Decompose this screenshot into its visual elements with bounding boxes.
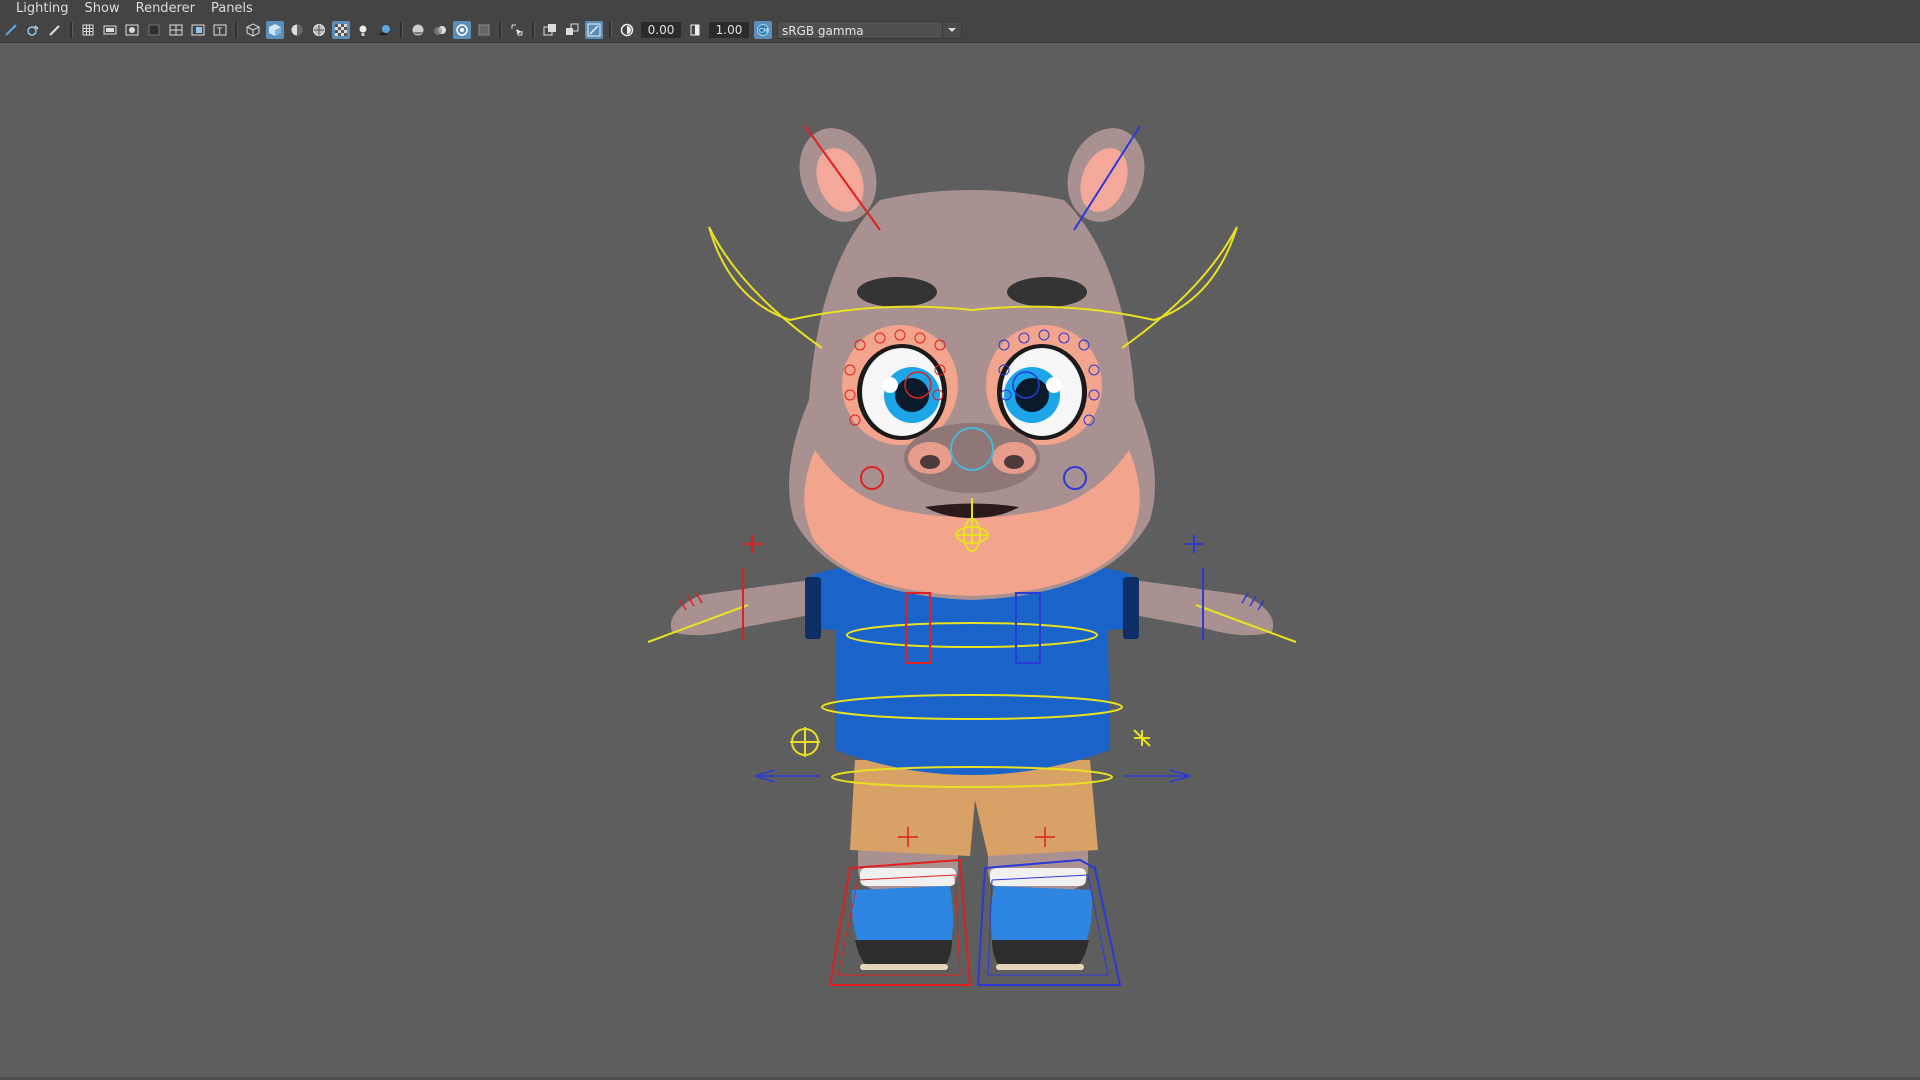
color-space-dropdown[interactable]: sRGB gamma: [777, 21, 962, 39]
shadows-icon[interactable]: [376, 21, 394, 39]
select-camera-icon[interactable]: [2, 21, 20, 39]
toolbar-divider: [70, 22, 73, 38]
toolbar-divider: [499, 22, 502, 38]
safe-action-icon[interactable]: [189, 21, 207, 39]
toolbar-divider: [235, 22, 238, 38]
depth-of-field-icon[interactable]: [475, 21, 493, 39]
grid-icon[interactable]: [79, 21, 97, 39]
menu-renderer[interactable]: Renderer: [130, 0, 205, 18]
panel-menubar: Lighting Show Renderer Panels: [0, 0, 1920, 18]
smooth-shade-icon[interactable]: [266, 21, 284, 39]
film-gate-icon[interactable]: [101, 21, 119, 39]
panel-toolbar: T 0.00 1.00 CM sRGB gamma: [0, 18, 1920, 43]
wireframe-on-shaded-icon[interactable]: [310, 21, 328, 39]
chevron-down-icon[interactable]: [942, 22, 961, 38]
anti-aliasing-icon[interactable]: [453, 21, 471, 39]
gamma-icon[interactable]: [686, 21, 704, 39]
exposure-icon[interactable]: [618, 21, 636, 39]
toolbar-divider: [532, 22, 535, 38]
resolution-gate-icon[interactable]: [123, 21, 141, 39]
use-default-material-icon[interactable]: [288, 21, 306, 39]
color-space-label: sRGB gamma: [782, 24, 864, 38]
view-transform-icon[interactable]: CM: [754, 21, 772, 39]
safe-title-icon[interactable]: T: [211, 21, 229, 39]
menu-lighting[interactable]: Lighting: [0, 0, 79, 18]
bookmark-icon[interactable]: [46, 21, 64, 39]
textured-icon[interactable]: [332, 21, 350, 39]
wireframe-icon[interactable]: [244, 21, 262, 39]
menu-panels[interactable]: Panels: [205, 0, 263, 18]
motion-blur-icon[interactable]: [431, 21, 449, 39]
exposure-field[interactable]: 0.00: [641, 22, 681, 38]
menu-show[interactable]: Show: [79, 0, 130, 18]
field-chart-icon[interactable]: [167, 21, 185, 39]
svg-text:CM: CM: [759, 28, 768, 35]
toolbar-divider: [400, 22, 403, 38]
xray-icon[interactable]: [541, 21, 559, 39]
character-rig-render[interactable]: [0, 43, 1920, 1080]
gamma-field[interactable]: 1.00: [709, 22, 749, 38]
svg-text:T: T: [216, 27, 223, 37]
camera-attributes-icon[interactable]: [24, 21, 42, 39]
maya-viewport-panel: Lighting Show Renderer Panels T 0.00 1.0…: [0, 0, 1920, 1080]
xray-joints-icon[interactable]: [563, 21, 581, 39]
isolate-select-icon[interactable]: [508, 21, 526, 39]
toolbar-divider: [609, 22, 612, 38]
3d-viewport[interactable]: persp: [0, 43, 1920, 1080]
screen-space-ao-icon[interactable]: [409, 21, 427, 39]
gate-mask-icon[interactable]: [145, 21, 163, 39]
xray-components-icon[interactable]: [585, 21, 603, 39]
use-all-lights-icon[interactable]: [354, 21, 372, 39]
